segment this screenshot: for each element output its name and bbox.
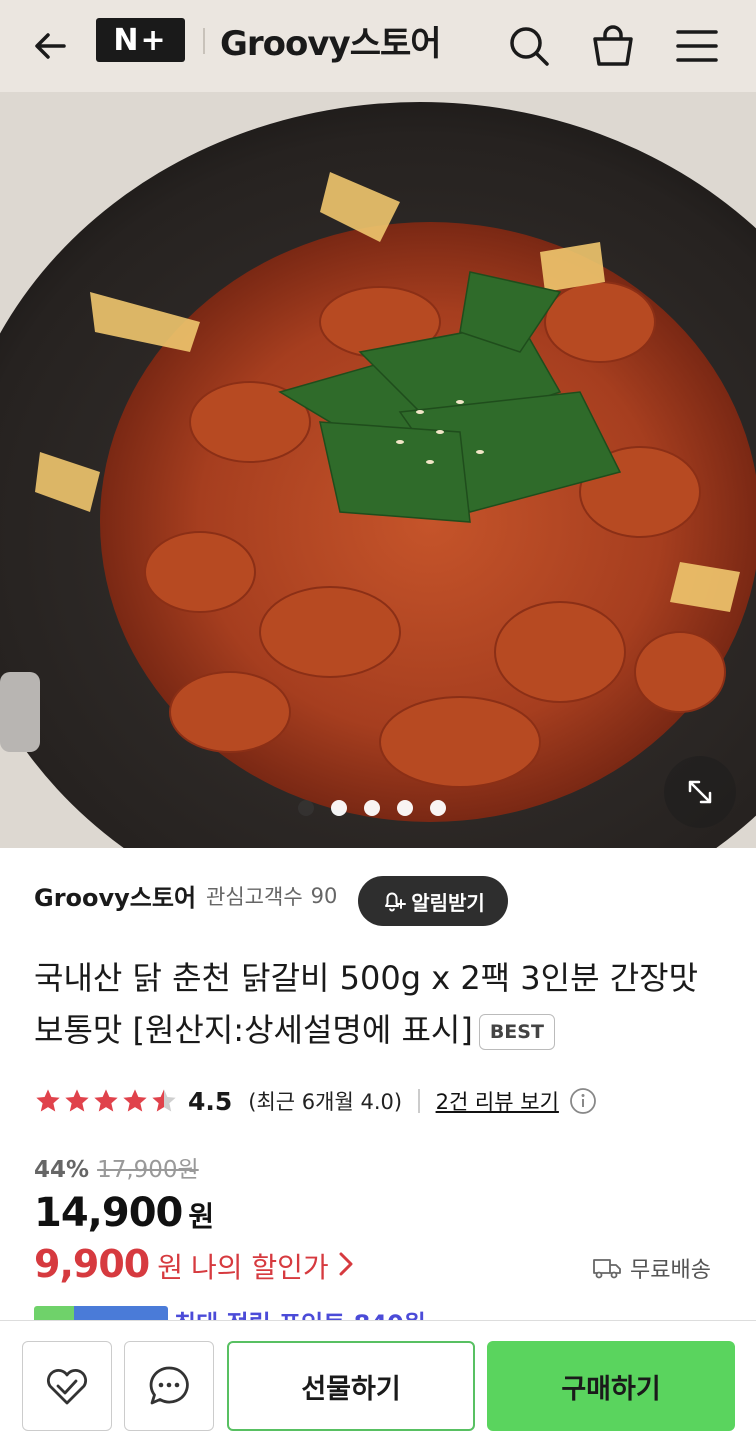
chevron-right-icon <box>339 1252 353 1276</box>
search-button[interactable] <box>497 14 561 78</box>
back-button[interactable] <box>18 14 82 78</box>
hamburger-menu-icon <box>676 30 718 62</box>
buy-button[interactable]: 구매하기 <box>487 1341 735 1431</box>
expand-image-button[interactable] <box>664 756 736 828</box>
truck-icon <box>593 1259 621 1279</box>
notify-label: 알림받기 <box>411 890 485 915</box>
menu-button[interactable] <box>665 14 729 78</box>
points-row: 최대 적립 포인트 840원 <box>34 1306 426 1320</box>
naver-plus-logo[interactable]: N+ <box>96 18 185 62</box>
rating-divider <box>418 1089 420 1113</box>
sale-price: 14,900 <box>34 1190 183 1236</box>
points-text: 최대 적립 포인트 840원 <box>174 1306 426 1320</box>
logo-text: N+ <box>113 22 168 58</box>
shipping-info: 무료배송 <box>592 1252 711 1284</box>
price-currency: 원 <box>188 1200 215 1233</box>
star-icon <box>65 1089 89 1112</box>
gallery-dot-1[interactable] <box>298 800 314 816</box>
best-badge: BEST <box>478 1014 555 1050</box>
chat-bubble-icon <box>149 1366 189 1405</box>
product-image[interactable] <box>0 92 756 848</box>
star-rating <box>34 1087 178 1115</box>
rating-row: 4.5 (최근 6개월 4.0) 2건 리뷰 보기 <box>34 1084 597 1118</box>
price-row: 14,900 원 <box>34 1190 214 1236</box>
rating-score: 4.5 <box>188 1086 233 1116</box>
reviews-link[interactable]: 2건 리뷰 보기 <box>436 1086 559 1116</box>
star-icon <box>36 1089 60 1112</box>
seller-info: Groovy스토어 관심고객수 90 <box>34 878 337 913</box>
my-discount-price-link[interactable]: 9,900 원 나의 할인가 <box>34 1242 355 1286</box>
gallery-dot-2[interactable] <box>331 800 347 816</box>
seller-name[interactable]: Groovy스토어 <box>34 878 196 913</box>
half-star-icon <box>152 1089 176 1112</box>
product-title-block: 국내산 닭 춘천 닭갈비 500g x 2팩 3인분 간장맛 보통맛 [원산지:… <box>34 952 724 1056</box>
heart-check-icon <box>46 1368 88 1405</box>
discount-percent: 44% <box>34 1157 90 1183</box>
gift-button[interactable]: 선물하기 <box>227 1341 475 1431</box>
original-price: 17,900원 <box>97 1157 199 1183</box>
shipping-label: 무료배송 <box>630 1258 711 1283</box>
talk-button[interactable] <box>124 1341 214 1431</box>
bell-plus-icon <box>385 892 407 912</box>
notify-button[interactable]: 알림받기 <box>358 876 508 926</box>
store-title[interactable]: Groovy스토어 <box>220 16 442 65</box>
header-divider <box>203 28 205 54</box>
fans-label: 관심고객수 <box>206 884 303 909</box>
my-price-label: 나의 할인가 <box>190 1251 329 1284</box>
expand-icon <box>688 780 712 804</box>
my-discount-price: 9,900 <box>34 1242 150 1286</box>
star-icon <box>123 1089 147 1112</box>
dakgalbi-photo <box>0 92 756 848</box>
cart-button[interactable] <box>581 14 645 78</box>
membership-badge <box>34 1306 168 1320</box>
gallery-dot-3[interactable] <box>364 800 380 816</box>
recent-rating: (최근 6개월 4.0) <box>248 1090 403 1114</box>
product-title: 국내산 닭 춘천 닭갈비 500g x 2팩 3인분 간장맛 보통맛 [원산지:… <box>34 959 699 1049</box>
gallery-dot-4[interactable] <box>397 800 413 816</box>
gallery-dot-5[interactable] <box>430 800 446 816</box>
info-icon[interactable] <box>569 1087 597 1115</box>
shopping-bag-icon <box>593 25 633 66</box>
top-bar: N+ Groovy스토어 <box>0 0 756 92</box>
gallery-pagination <box>298 800 446 816</box>
fans-count: 90 <box>310 883 338 908</box>
discount-row: 44% 17,900원 <box>34 1150 199 1184</box>
bottom-action-bar: 선물하기 구매하기 <box>0 1320 756 1456</box>
back-arrow-icon <box>35 33 66 59</box>
star-icon <box>94 1089 118 1112</box>
wishlist-button[interactable] <box>22 1341 112 1431</box>
my-price-currency: 원 <box>157 1251 183 1284</box>
search-icon <box>510 27 549 66</box>
